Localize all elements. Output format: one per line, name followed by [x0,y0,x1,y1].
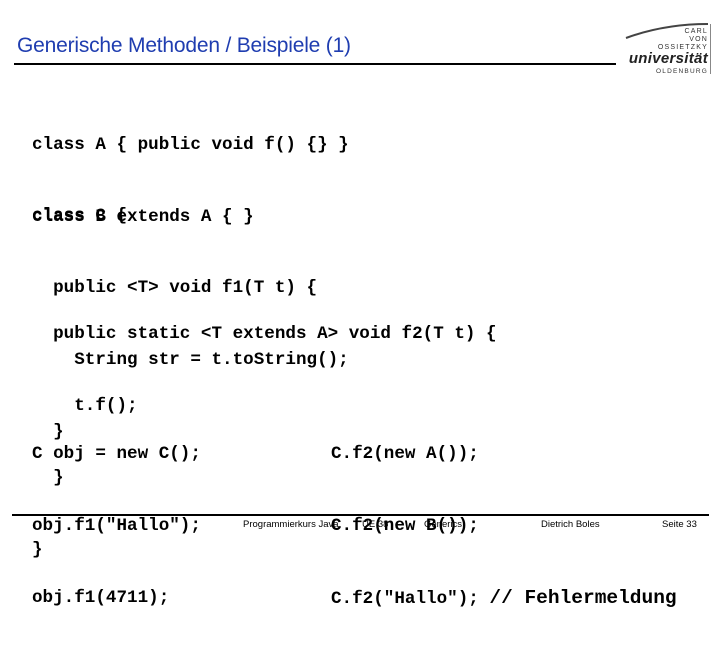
logo-text-oldenburg: OLDENBURG [656,68,708,75]
footer-topic: Generics [424,519,463,530]
footer-author: Dietrich Boles [541,519,600,530]
footer-course: Programmierkurs Java [243,519,339,530]
code-text: C.f2("Hallo"); [331,589,490,609]
code-line: C.f2(new A()); [331,444,479,464]
code-line: obj.f1("Hallo"); [32,516,201,536]
code-line: obj.f1(4711); [32,588,170,608]
code-line: class A { public void f() {} } [32,135,349,155]
footer-page-number: Seite 33 [662,519,697,530]
code-line: C obj = new C(); [32,444,201,464]
title-divider [14,63,616,65]
footer-unit: UE 38 [362,519,389,530]
error-comment: // Fehlermeldung [489,587,677,609]
logo-text-von: VON [689,36,708,43]
logo-text-universitaet: universität [628,50,708,67]
code-block-usage-f1: C obj = new C(); obj.f1("Hallo"); obj.f1… [32,394,201,658]
university-logo: CARL VON OSSIETZKY universität OLDENBURG [622,20,712,75]
code-line: public static <T extends A> void f2(T t)… [32,324,497,344]
code-line-with-comment: C.f2("Hallo"); // Fehlermeldung [331,586,677,610]
logo-rule [710,24,711,74]
slide-title: Generische Methoden / Beispiele (1) [17,34,351,57]
code-line: class C { [32,206,128,226]
logo-text-carl: CARL [684,28,708,35]
footer-divider [12,514,709,516]
